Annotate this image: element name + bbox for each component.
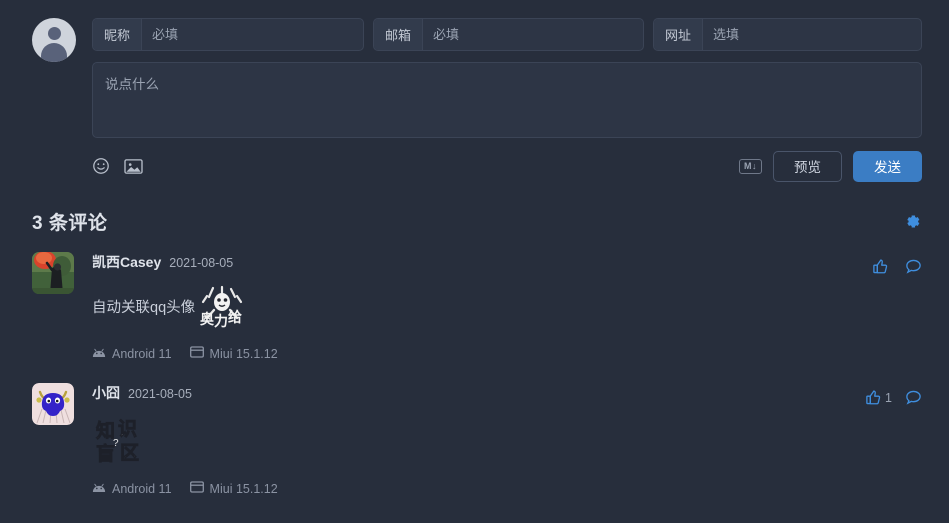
sticker-image: 奥 力 给 bbox=[197, 284, 247, 332]
svg-text:区: 区 bbox=[120, 443, 139, 464]
user-avatar-placeholder-icon bbox=[32, 18, 76, 62]
website-field[interactable]: 网址 bbox=[653, 18, 922, 51]
nickname-input[interactable] bbox=[142, 19, 363, 50]
comment-textarea[interactable] bbox=[92, 62, 922, 138]
android-icon bbox=[92, 482, 106, 496]
nickname-field[interactable]: 昵称 bbox=[92, 18, 364, 51]
comment-text-row: 自动关联qq头像 奥 力 给 bbox=[92, 284, 922, 332]
os-label: Android 11 bbox=[112, 346, 172, 361]
comment-date: 2021-08-05 bbox=[169, 256, 234, 270]
comment-actions bbox=[872, 258, 922, 275]
like-button[interactable]: 1 bbox=[865, 389, 892, 406]
comment-meta-top: 凯西Casey 2021-08-05 bbox=[92, 252, 922, 272]
browser-label: Miui 15.1.12 bbox=[209, 346, 278, 361]
website-label: 网址 bbox=[654, 19, 704, 50]
send-button[interactable]: 发送 bbox=[853, 150, 922, 182]
comment-item: 凯西Casey 2021-08-05 自动关联qq头像 奥 力 给 Androi… bbox=[32, 252, 922, 371]
like-count: 1 bbox=[885, 390, 892, 405]
avatar[interactable] bbox=[32, 383, 74, 425]
markdown-badge-icon: M↓ bbox=[739, 158, 762, 174]
form-input-row: 昵称 邮箱 网址 bbox=[92, 18, 922, 51]
comment-meta-top: 小囧 2021-08-05 bbox=[92, 383, 922, 403]
comment-section-page: 昵称 邮箱 网址 bbox=[0, 0, 949, 523]
email-label: 邮箱 bbox=[374, 19, 424, 50]
svg-text:奥: 奥 bbox=[200, 311, 215, 327]
form-toolbar-left bbox=[92, 157, 143, 175]
comment-list: 凯西Casey 2021-08-05 自动关联qq头像 奥 力 给 Androi… bbox=[0, 252, 949, 506]
form-toolbar: M↓ 预览 发送 bbox=[92, 150, 922, 182]
os-info: Android 11 bbox=[92, 347, 172, 361]
browser-info: Miui 15.1.12 bbox=[189, 346, 278, 361]
email-field[interactable]: 邮箱 bbox=[373, 18, 644, 51]
comment-date: 2021-08-05 bbox=[128, 387, 192, 401]
comment-form: 昵称 邮箱 网址 bbox=[0, 0, 949, 182]
comment-text: 自动关联qq头像 bbox=[92, 299, 196, 316]
website-input[interactable] bbox=[703, 19, 921, 50]
nickname-label: 昵称 bbox=[93, 19, 143, 50]
comment-footer: Android 11 Miui 15.1.12 bbox=[92, 481, 922, 496]
comment-author: 凯西Casey bbox=[92, 254, 162, 270]
comment-body: 小囧 2021-08-05 知 识 盲 区 ? Android 11 Miui … bbox=[92, 383, 922, 496]
android-icon bbox=[92, 347, 106, 361]
form-fields: 昵称 邮箱 网址 bbox=[92, 18, 922, 182]
comment-body: 凯西Casey 2021-08-05 自动关联qq头像 奥 力 给 Androi… bbox=[92, 252, 922, 361]
form-toolbar-right: M↓ 预览 发送 bbox=[739, 150, 922, 182]
reply-button[interactable] bbox=[905, 389, 922, 406]
svg-text:识: 识 bbox=[118, 418, 137, 440]
comments-count-title: 3 条评论 bbox=[32, 212, 108, 234]
os-info: Android 11 bbox=[92, 482, 172, 496]
browser-info: Miui 15.1.12 bbox=[189, 481, 278, 496]
comment-footer: Android 11 Miui 15.1.12 bbox=[92, 346, 922, 361]
comment-item: 小囧 2021-08-05 知 识 盲 区 ? Android 11 Miui … bbox=[32, 383, 922, 506]
comment-author: 小囧 bbox=[92, 385, 120, 401]
os-label: Android 11 bbox=[112, 481, 172, 496]
avatar[interactable] bbox=[32, 252, 74, 294]
browser-label: Miui 15.1.12 bbox=[209, 481, 278, 496]
image-upload-icon[interactable] bbox=[124, 158, 143, 175]
browser-window-icon bbox=[189, 481, 204, 496]
svg-text:?: ? bbox=[113, 438, 119, 449]
reply-button[interactable] bbox=[905, 258, 922, 275]
svg-text:给: 给 bbox=[228, 309, 242, 325]
like-button[interactable] bbox=[872, 258, 892, 275]
preview-button[interactable]: 预览 bbox=[773, 150, 842, 182]
browser-window-icon bbox=[189, 346, 204, 361]
gear-icon[interactable] bbox=[903, 212, 922, 231]
svg-text:力: 力 bbox=[214, 313, 228, 329]
comment-textarea-wrap bbox=[92, 62, 922, 138]
sticker-image: 知 识 盲 区 ? bbox=[94, 415, 146, 467]
comments-header: 3 条评论 bbox=[0, 204, 949, 238]
comment-actions: 1 bbox=[865, 389, 922, 406]
comment-text-row: 知 识 盲 区 ? bbox=[92, 415, 922, 467]
smiley-face-icon[interactable] bbox=[92, 157, 110, 175]
email-input[interactable] bbox=[423, 19, 643, 50]
